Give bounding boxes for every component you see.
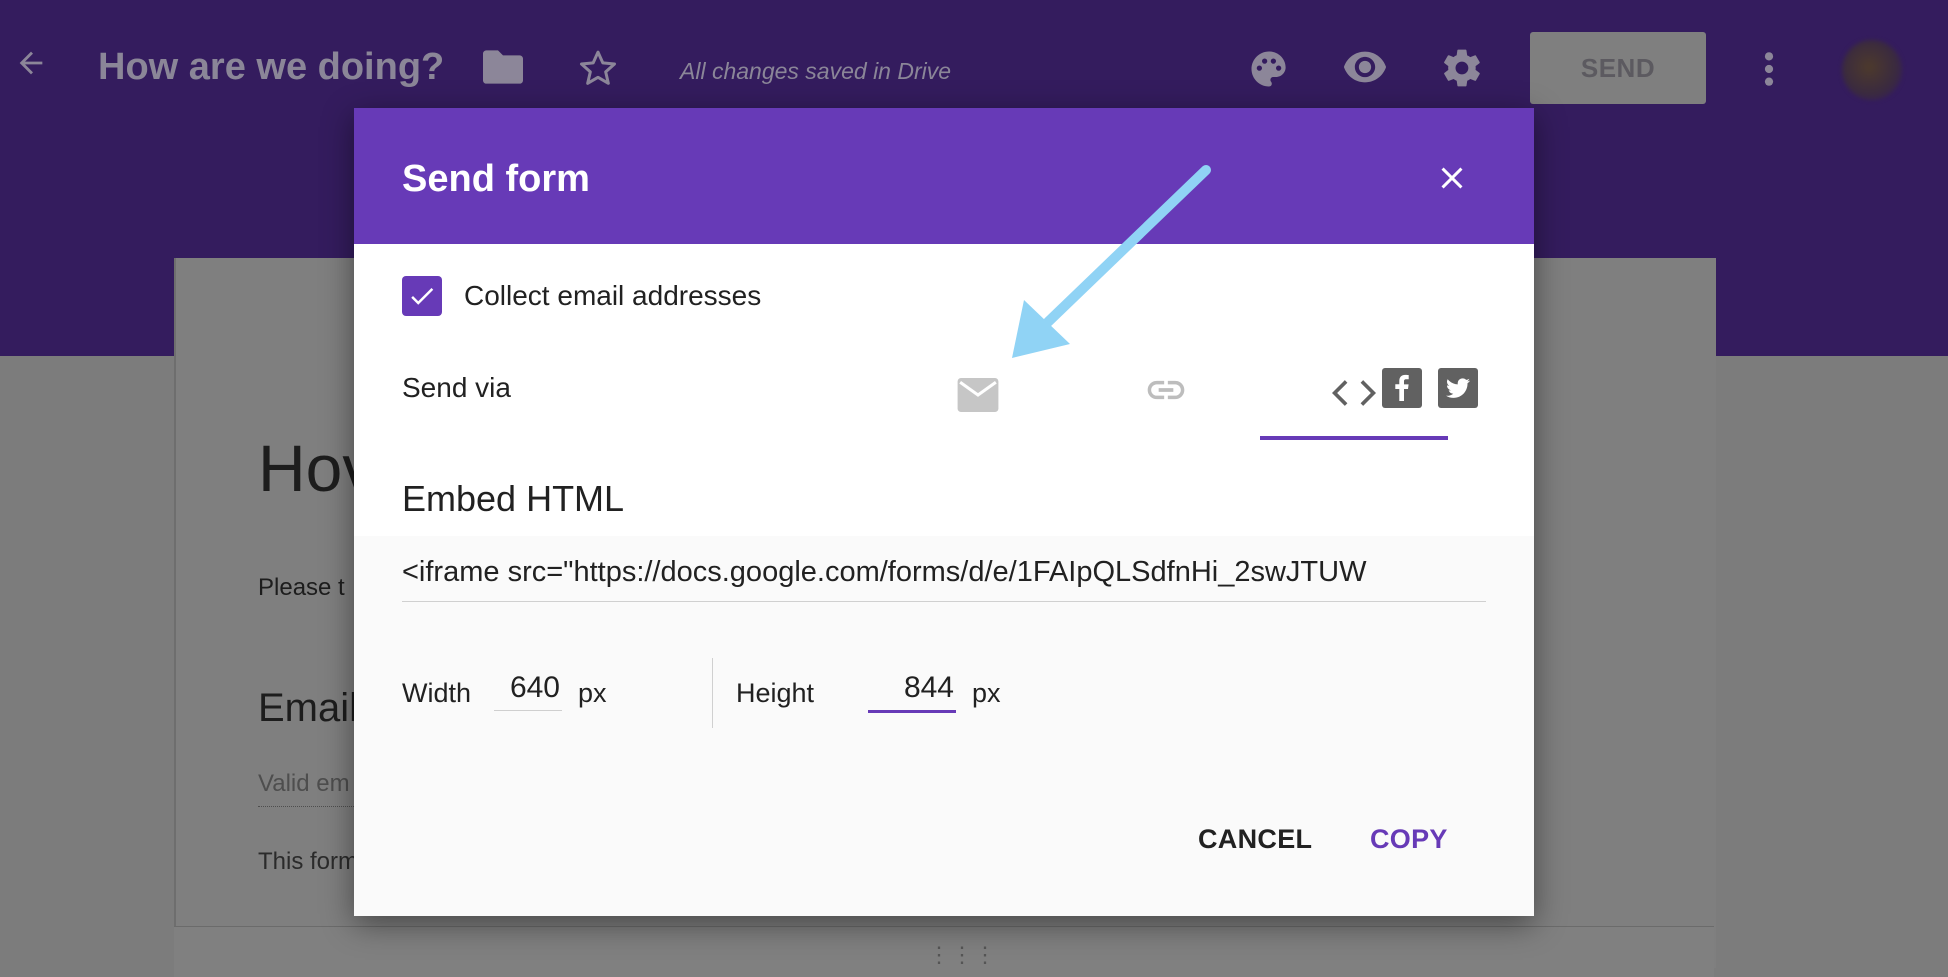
background-form-description: Please t [258,574,345,601]
height-input[interactable]: 844 [868,666,956,713]
close-icon[interactable] [1434,160,1470,196]
width-unit: px [578,678,607,708]
cancel-button[interactable]: CANCEL [1198,824,1312,855]
tab-send-via-email[interactable] [884,348,1072,440]
width-label: Width [402,678,472,708]
background-form-placeholder: Valid em [258,770,368,807]
checkmark-icon [411,288,434,305]
embed-dimensions-row: Width 640 px Height 844 px [402,658,1002,728]
selected-tab-indicator [1260,436,1448,440]
height-label: Height [736,678,815,708]
facebook-share-icon[interactable] [1382,368,1422,408]
send-form-dialog: Send form Collect email addresses Send v… [354,108,1534,916]
email-icon [957,378,999,417]
tab-send-via-link[interactable] [1072,348,1260,440]
twitter-share-icon[interactable] [1438,368,1478,408]
dimensions-divider [712,658,713,728]
collect-email-checkbox[interactable] [402,276,442,316]
save-status: All changes saved in Drive [680,58,952,84]
dialog-title: Send form [402,158,590,200]
embed-code-field[interactable]: <iframe src="https://docs.google.com/for… [402,556,1486,602]
folder-icon[interactable] [483,50,523,84]
settings-gear-icon[interactable] [1440,46,1484,90]
send-button[interactable]: SEND [1530,32,1706,104]
form-title[interactable]: How are we doing? [98,46,444,89]
background-form-question: Email [258,686,359,730]
palette-icon[interactable] [1248,48,1290,90]
more-vert-icon[interactable] [1762,50,1776,88]
collect-email-row[interactable]: Collect email addresses [402,276,761,316]
send-via-label: Send via [402,372,511,403]
star-icon[interactable] [578,48,618,88]
preview-eye-icon[interactable] [1342,50,1388,84]
link-icon [1144,378,1188,407]
embed-code-icon [1332,378,1376,413]
background-form-note: This form [258,848,359,875]
copy-button[interactable]: COPY [1370,824,1448,855]
back-arrow-icon[interactable] [14,46,48,80]
embed-html-heading: Embed HTML [402,478,625,519]
height-unit: px [972,678,1001,708]
collect-email-label: Collect email addresses [464,280,762,311]
drag-handle-icon: ⋮⋮⋮ [928,942,997,967]
width-input[interactable]: 640 [494,666,562,711]
avatar[interactable] [1842,40,1902,100]
